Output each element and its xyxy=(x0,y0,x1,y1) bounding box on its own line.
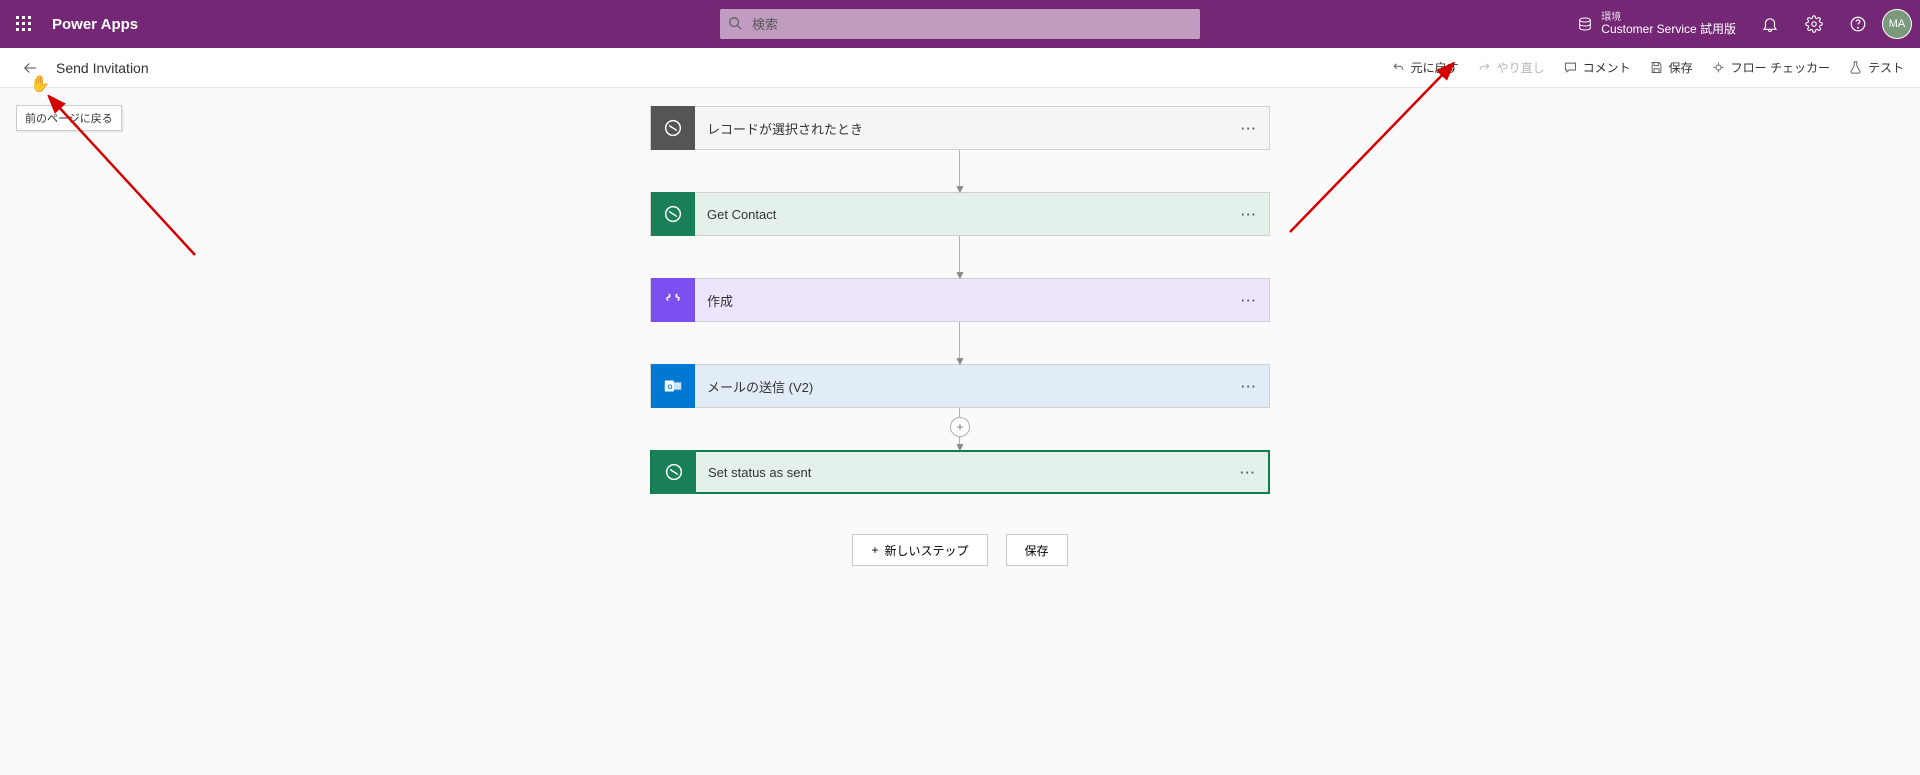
environment-icon xyxy=(1577,16,1593,32)
back-button[interactable] xyxy=(16,54,44,82)
environment-label: 環境 xyxy=(1601,12,1736,23)
new-step-label: 新しいステップ xyxy=(884,542,968,559)
undo-icon xyxy=(1391,60,1406,75)
waffle-menu[interactable] xyxy=(0,0,48,48)
svg-text:O: O xyxy=(668,384,673,391)
step-label: Get Contact xyxy=(695,207,1229,222)
settings-button[interactable] xyxy=(1794,0,1834,48)
step-more-menu[interactable]: ··· xyxy=(1229,379,1269,394)
back-tooltip: 前のページに戻る xyxy=(16,105,122,131)
environment-name: Customer Service 試用版 xyxy=(1601,23,1736,36)
environment-picker[interactable]: 環境 Customer Service 試用版 xyxy=(1567,12,1746,36)
step-label: 作成 xyxy=(695,291,1229,310)
flow-trigger-step[interactable]: レコードが選択されたとき ··· xyxy=(650,106,1270,150)
step-more-menu[interactable]: ··· xyxy=(1228,465,1268,480)
help-button[interactable] xyxy=(1838,0,1878,48)
flow-checker-button[interactable]: フロー チェッカー xyxy=(1711,59,1830,76)
flow-action-compose[interactable]: 作成 ··· xyxy=(650,278,1270,322)
save-button-top[interactable]: 保存 xyxy=(1649,59,1693,76)
redo-icon xyxy=(1477,60,1492,75)
dataverse-icon xyxy=(652,450,696,494)
checker-label: フロー チェッカー xyxy=(1731,59,1830,76)
plus-icon: + xyxy=(871,543,878,557)
test-label: テスト xyxy=(1868,59,1904,76)
save-bottom-label: 保存 xyxy=(1025,542,1049,559)
undo-button[interactable]: 元に戻す xyxy=(1391,59,1459,76)
connector: ▼ xyxy=(954,150,966,192)
dataverse-icon xyxy=(651,106,695,150)
connector: ▼ xyxy=(954,322,966,364)
save-button-bottom[interactable]: 保存 xyxy=(1006,534,1068,566)
flow-action-set-status[interactable]: Set status as sent ··· xyxy=(650,450,1270,494)
step-label: メールの送信 (V2) xyxy=(695,377,1229,396)
save-label: 保存 xyxy=(1669,59,1693,76)
flow-action-send-mail[interactable]: O メールの送信 (V2) ··· xyxy=(650,364,1270,408)
connector-with-add: + ▼ xyxy=(954,408,966,450)
flask-icon xyxy=(1848,60,1863,75)
step-more-menu[interactable]: ··· xyxy=(1229,121,1269,136)
step-more-menu[interactable]: ··· xyxy=(1229,293,1269,308)
connector: ▼ xyxy=(954,236,966,278)
arrow-left-icon xyxy=(21,59,39,77)
step-label: レコードが選択されたとき xyxy=(695,119,1229,138)
flow-title: Send Invitation xyxy=(44,60,149,76)
step-label: Set status as sent xyxy=(696,465,1228,480)
outlook-icon: O xyxy=(651,364,695,408)
search-icon xyxy=(728,16,742,33)
app-title: Power Apps xyxy=(48,16,138,33)
new-step-button[interactable]: + 新しいステップ xyxy=(852,534,987,566)
test-button[interactable]: テスト xyxy=(1848,59,1904,76)
flow-action-get-contact[interactable]: Get Contact ··· xyxy=(650,192,1270,236)
add-step-inline[interactable]: + xyxy=(950,417,970,437)
step-more-menu[interactable]: ··· xyxy=(1229,207,1269,222)
comment-label: コメント xyxy=(1583,59,1631,76)
comment-icon xyxy=(1563,60,1578,75)
comment-button[interactable]: コメント xyxy=(1563,59,1631,76)
redo-label: やり直し xyxy=(1497,59,1545,76)
save-icon xyxy=(1649,60,1664,75)
notifications-button[interactable] xyxy=(1750,0,1790,48)
compose-icon xyxy=(651,278,695,322)
user-avatar[interactable]: MA xyxy=(1882,9,1912,39)
search-input[interactable] xyxy=(720,9,1200,39)
checker-icon xyxy=(1711,60,1726,75)
redo-button: やり直し xyxy=(1477,59,1545,76)
undo-label: 元に戻す xyxy=(1411,59,1459,76)
dataverse-icon xyxy=(651,192,695,236)
